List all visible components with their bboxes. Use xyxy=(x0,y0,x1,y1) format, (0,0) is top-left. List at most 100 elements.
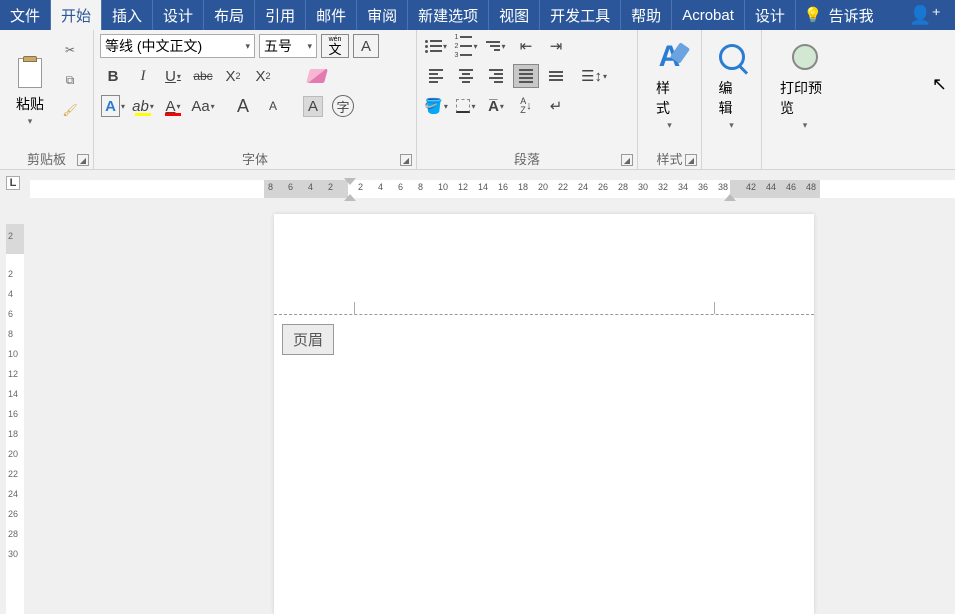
char-border-button[interactable]: A xyxy=(353,34,379,58)
bold-button[interactable]: B xyxy=(100,64,126,88)
show-marks-button[interactable]: ↵ xyxy=(543,94,569,118)
vruler-num: 16 xyxy=(8,409,18,419)
borders-button[interactable]: ▾ xyxy=(453,94,479,118)
tab-home[interactable]: 开始 xyxy=(51,0,102,30)
clear-format-button[interactable] xyxy=(304,64,330,88)
chevron-down-icon: ▾ xyxy=(500,102,504,111)
hruler-num: 46 xyxy=(786,182,796,192)
tab-acrobat[interactable]: Acrobat xyxy=(672,0,745,30)
font-size-combo[interactable]: 五号 ▾ xyxy=(259,34,317,58)
clipboard-launcher[interactable]: ◢ xyxy=(77,154,89,166)
tab-design[interactable]: 设计 xyxy=(153,0,204,30)
phonetic-guide-button[interactable]: wén 文 xyxy=(321,34,349,58)
multilevel-icon xyxy=(486,41,500,51)
shrink-font-button[interactable]: A xyxy=(260,94,286,118)
align-right-button[interactable] xyxy=(483,64,509,88)
styles-button[interactable]: A 样式 ▾ xyxy=(644,34,695,147)
paste-dropdown-caret[interactable]: ▾ xyxy=(28,116,33,127)
font-name-combo[interactable]: 等线 (中文正文) ▾ xyxy=(100,34,255,58)
align-left-button[interactable] xyxy=(423,64,449,88)
copy-button[interactable]: ⧉ xyxy=(60,70,80,90)
printpreview-group-label xyxy=(762,149,848,169)
hruler-num: 44 xyxy=(766,182,776,192)
editing-button[interactable]: 编辑 ▾ xyxy=(707,34,757,147)
text-direction-button[interactable]: A̅▾ xyxy=(483,94,509,118)
tab-view[interactable]: 视图 xyxy=(489,0,540,30)
tab-review[interactable]: 审阅 xyxy=(357,0,408,30)
enclose-char-button[interactable]: 字 xyxy=(330,94,356,118)
hruler-num: 2 xyxy=(358,182,363,192)
vruler-num: 24 xyxy=(8,489,18,499)
group-clipboard: 粘贴 ▾ ✂ ⧉ 🖌 剪贴板 ◢ xyxy=(0,30,94,169)
increase-indent-button[interactable]: ⇥ xyxy=(543,34,569,58)
line-spacing-button[interactable]: ☰↕▾ xyxy=(581,64,607,88)
tab-layout[interactable]: 布局 xyxy=(204,0,255,30)
bullets-button[interactable]: ▾ xyxy=(423,34,449,58)
header-tag: 页眉 xyxy=(282,324,334,355)
pilcrow-icon: ↵ xyxy=(550,97,563,115)
vruler-num: 6 xyxy=(8,309,13,319)
styles-launcher[interactable]: ◢ xyxy=(685,154,697,166)
eraser-icon xyxy=(306,69,328,83)
textdir-icon: A̅ xyxy=(488,98,499,115)
shading-button[interactable]: 🪣▾ xyxy=(423,94,449,118)
chevron-down-icon: ▾ xyxy=(501,42,505,51)
tab-design2[interactable]: 设计 xyxy=(745,0,796,30)
hanging-indent-marker[interactable] xyxy=(344,194,356,201)
paste-button[interactable]: 粘贴 ▾ xyxy=(6,34,54,147)
change-case-button[interactable]: Aa▾ xyxy=(190,94,216,118)
group-editing: 编辑 ▾ xyxy=(702,30,762,169)
header-right-mark xyxy=(714,302,715,314)
tab-file[interactable]: 文件 xyxy=(0,0,51,30)
chevron-down-icon: ▾ xyxy=(443,42,447,51)
outlineA-icon: A xyxy=(101,95,120,117)
hruler-num: 42 xyxy=(746,182,756,192)
tab-mailings[interactable]: 邮件 xyxy=(306,0,357,30)
chevron-down-icon: ▾ xyxy=(121,102,125,111)
print-preview-button[interactable]: 打印预览 ▾ xyxy=(768,34,842,147)
tab-devtools[interactable]: 开发工具 xyxy=(540,0,621,30)
font-color-button[interactable]: A▾ xyxy=(160,94,186,118)
vruler-num: 22 xyxy=(8,469,18,479)
hruler-num: 30 xyxy=(638,182,648,192)
vruler-num: 30 xyxy=(8,549,18,559)
tab-newtab[interactable]: 新建选项 xyxy=(408,0,489,30)
hruler-num: 4 xyxy=(308,182,313,192)
first-line-indent-marker[interactable] xyxy=(344,178,356,185)
tab-insert[interactable]: 插入 xyxy=(102,0,153,30)
horizontal-ruler[interactable]: 8642246810121416182022242628303234363842… xyxy=(30,180,955,198)
cut-button[interactable]: ✂ xyxy=(60,40,80,60)
right-indent-marker[interactable] xyxy=(724,194,736,201)
border-icon xyxy=(456,99,470,113)
multilevel-button[interactable]: ▾ xyxy=(483,34,509,58)
tab-selector[interactable]: L xyxy=(6,176,20,190)
distributed-button[interactable] xyxy=(543,64,569,88)
format-painter-button[interactable]: 🖌 xyxy=(60,100,80,120)
tab-references[interactable]: 引用 xyxy=(255,0,306,30)
highlight-button[interactable]: ab▾ xyxy=(130,94,156,118)
italic-button[interactable]: I xyxy=(130,64,156,88)
sort-button[interactable]: AZ↓ xyxy=(513,94,539,118)
strike-button[interactable]: abc xyxy=(190,64,216,88)
hruler-num: 10 xyxy=(438,182,448,192)
char-shading-button[interactable]: A xyxy=(300,94,326,118)
align-justify-button[interactable] xyxy=(513,64,539,88)
grow-font-button[interactable]: A xyxy=(230,94,256,118)
boxA-label: A xyxy=(361,38,371,55)
subscript-button[interactable]: X2 xyxy=(220,64,246,88)
page[interactable]: 页眉 xyxy=(274,214,814,614)
decrease-indent-button[interactable]: ⇤ xyxy=(513,34,539,58)
font-launcher[interactable]: ◢ xyxy=(400,154,412,166)
vertical-ruler[interactable]: L 224681012141618202224262830 xyxy=(0,170,30,614)
tab-help[interactable]: 帮助 xyxy=(621,0,672,30)
group-styles: A 样式 ▾ 样式 ◢ xyxy=(638,30,702,169)
paragraph-launcher[interactable]: ◢ xyxy=(621,154,633,166)
share-icon[interactable]: 👤⁺ xyxy=(895,0,955,30)
underline-button[interactable]: U▾ xyxy=(160,64,186,88)
tell-me[interactable]: 💡 告诉我 xyxy=(804,0,874,30)
align-center-button[interactable] xyxy=(453,64,479,88)
text-effects-button[interactable]: A▾ xyxy=(100,94,126,118)
superscript-button[interactable]: X2 xyxy=(250,64,276,88)
styles-icon: A xyxy=(659,40,681,74)
numbering-button[interactable]: 123▾ xyxy=(453,34,479,58)
